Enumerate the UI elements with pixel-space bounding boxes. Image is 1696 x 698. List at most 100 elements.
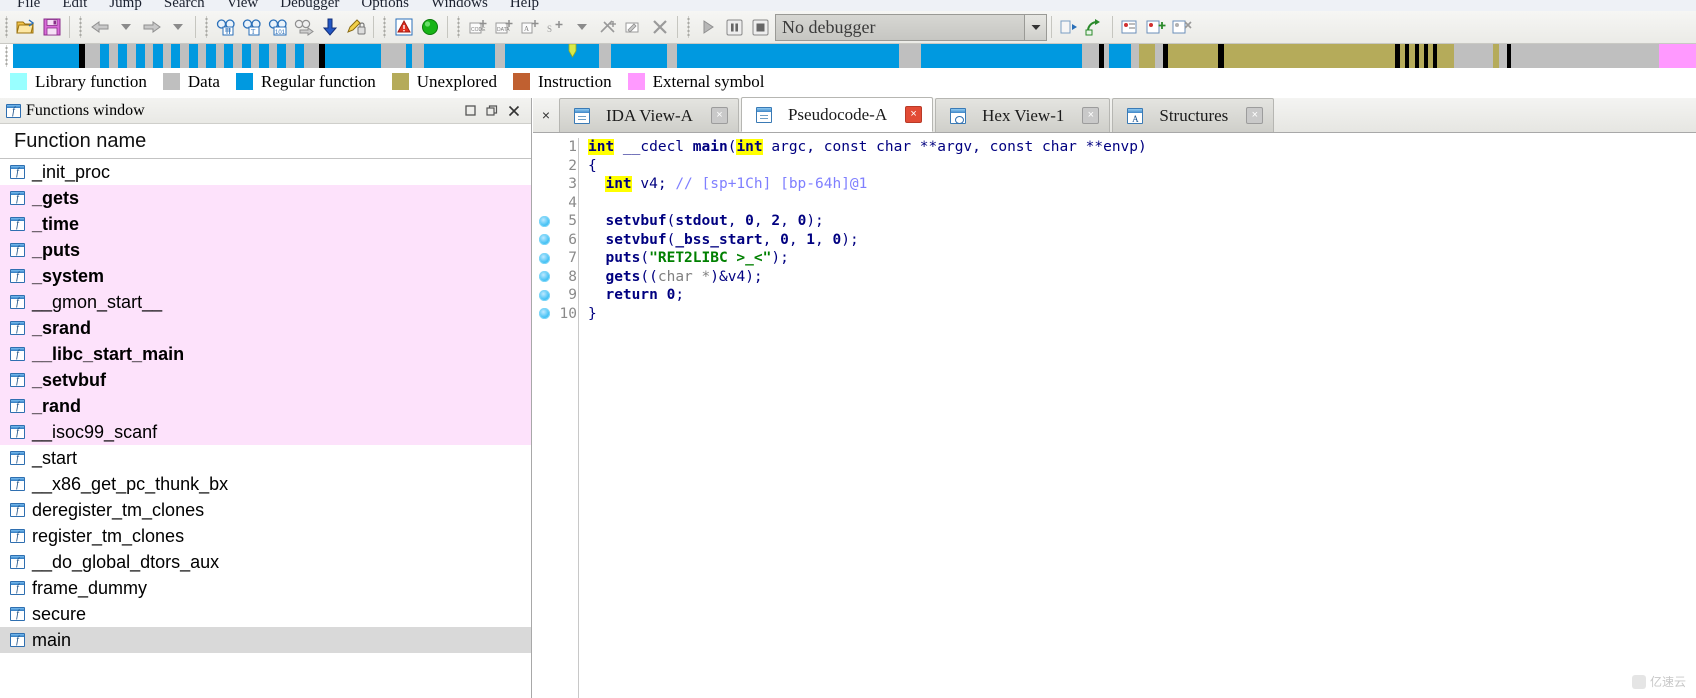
navband-segment[interactable] — [1139, 44, 1155, 68]
navband-segment[interactable] — [215, 44, 225, 68]
make-code-icon[interactable]: CODE — [465, 15, 491, 40]
navband-segment[interactable] — [898, 44, 921, 68]
breakpoint-slot[interactable] — [533, 194, 555, 213]
navband-segment[interactable] — [206, 44, 216, 68]
function-name-column-header[interactable]: Function name — [0, 124, 531, 159]
breakpoint-slot[interactable] — [533, 138, 555, 157]
code-token[interactable]: char * — [658, 269, 710, 285]
navband-segment[interactable] — [920, 44, 1083, 68]
tab-pseudocode-a[interactable]: Pseudocode-A × — [740, 97, 934, 132]
navband-segment[interactable] — [1167, 44, 1219, 68]
make-struct-icon[interactable]: S — [543, 15, 569, 40]
function-list-item[interactable]: f secure — [0, 601, 531, 627]
tab-close-icon[interactable]: × — [710, 107, 728, 124]
navband-segments[interactable] — [13, 44, 1696, 68]
navband-segment[interactable] — [380, 44, 406, 68]
breakpoint-slot[interactable] — [533, 175, 555, 194]
navband-segment[interactable] — [108, 44, 119, 68]
toolbar-grip-2[interactable] — [77, 16, 84, 38]
breakpoint-slot[interactable] — [533, 212, 555, 231]
code-token[interactable]: // [sp+1Ch] [bp-64h]@1 — [675, 176, 867, 192]
breakpoint-slot[interactable] — [533, 305, 555, 324]
code-token[interactable]: ( — [667, 213, 676, 229]
tab-close-icon[interactable]: × — [1246, 107, 1264, 124]
step-over-icon[interactable] — [1082, 15, 1108, 40]
chevron-down-icon[interactable] — [1024, 14, 1046, 40]
code-token[interactable]: int — [736, 139, 763, 155]
navband-segment[interactable] — [241, 44, 251, 68]
jump-address-icon[interactable] — [317, 15, 343, 40]
navband-segment[interactable] — [171, 44, 181, 68]
navband-segment[interactable] — [250, 44, 260, 68]
tab-hex-view-1[interactable]: Hex View-1 × — [935, 98, 1111, 132]
pseudocode-text[interactable]: int __cdecl main (int argc, const char **… — [579, 138, 1696, 698]
clear-breakpoints-icon[interactable] — [1169, 15, 1195, 40]
make-data-icon[interactable]: DATA — [491, 15, 517, 40]
close-icon[interactable] — [503, 102, 525, 120]
jump-xref-icon[interactable] — [291, 15, 317, 40]
navband-segment[interactable] — [1130, 44, 1140, 68]
menu-item-search[interactable]: Search — [153, 0, 216, 12]
breakpoint-slot[interactable] — [533, 157, 555, 176]
search-sequence-icon[interactable]: 101 — [265, 15, 291, 40]
breakpoint-slot[interactable] — [533, 231, 555, 250]
debugger-select[interactable]: No debugger — [775, 13, 1047, 41]
code-line[interactable]: return 0; — [588, 286, 1696, 305]
function-list-item[interactable]: f deregister_tm_clones — [0, 497, 531, 523]
code-line[interactable]: setvbuf(stdout, 0, 2, 0); — [588, 212, 1696, 231]
navband-segment[interactable] — [303, 44, 320, 68]
warnings-icon[interactable] — [391, 15, 417, 40]
pseudocode-view[interactable]: 1 2 3 4 5 6 7 8 9 10 int __cdecl main(int argc, c… — [533, 133, 1696, 698]
code-token[interactable]: )& — [710, 269, 727, 285]
code-token[interactable]: puts — [605, 250, 640, 266]
nav-forward-dropdown-icon[interactable] — [165, 15, 191, 40]
code-token[interactable]: ( — [640, 250, 649, 266]
breakpoint-slot[interactable] — [533, 249, 555, 268]
navband-segment[interactable] — [610, 44, 667, 68]
function-list-item[interactable]: f _system — [0, 263, 531, 289]
code-token[interactable]: v4 — [728, 269, 745, 285]
menu-item-windows[interactable]: Windows — [420, 0, 499, 12]
code-token[interactable]: __cdecl — [614, 139, 693, 155]
function-list-item[interactable]: f __libc_start_main — [0, 341, 531, 367]
navband-segment[interactable] — [162, 44, 172, 68]
navband-segment[interactable] — [224, 44, 234, 68]
code-token[interactable]: _bss_start — [675, 232, 762, 248]
analysis-indicator-icon[interactable] — [417, 15, 443, 40]
tab-close-icon[interactable]: × — [905, 106, 923, 123]
navband-segment[interactable] — [324, 44, 381, 68]
code-token[interactable]: 0 — [745, 213, 754, 229]
function-list-item[interactable]: f __do_global_dtors_aux — [0, 549, 531, 575]
code-token[interactable]: 0 — [780, 232, 789, 248]
breakpoints-icon[interactable] — [1117, 15, 1143, 40]
code-token[interactable]: setvbuf — [605, 213, 666, 229]
navband-segment[interactable] — [99, 44, 109, 68]
navband-grip[interactable] — [3, 45, 10, 67]
code-token[interactable]: const char **argv, const char **envp — [824, 139, 1138, 155]
navband-segment[interactable] — [424, 44, 495, 68]
navband-segment[interactable] — [277, 44, 287, 68]
restore-icon[interactable] — [481, 102, 503, 120]
navband-segment[interactable] — [666, 44, 677, 68]
menu-item-view[interactable]: View — [216, 0, 270, 12]
code-token[interactable]: int — [605, 176, 632, 192]
code-token[interactable] — [588, 287, 605, 303]
function-list-item[interactable]: f __gmon_start__ — [0, 289, 531, 315]
code-line[interactable]: { — [588, 157, 1696, 176]
code-token[interactable]: argc, — [763, 139, 824, 155]
navband-segment[interactable] — [1659, 44, 1696, 68]
code-token[interactable]: return — [605, 287, 657, 303]
code-token[interactable]: ) — [1138, 139, 1147, 155]
function-list-item[interactable]: f _srand — [0, 315, 531, 341]
nav-forward-icon[interactable] — [139, 15, 165, 40]
code-token[interactable] — [588, 250, 605, 266]
menu-item-options[interactable]: Options — [350, 0, 420, 12]
code-line[interactable]: setvbuf(_bss_start, 0, 1, 0); — [588, 231, 1696, 250]
code-token[interactable]: 2 — [771, 213, 780, 229]
code-token[interactable]: , — [815, 232, 832, 248]
breakpoint-slot[interactable] — [533, 286, 555, 305]
delete-icon[interactable] — [647, 15, 673, 40]
maximize-icon[interactable] — [459, 102, 481, 120]
code-token[interactable]: stdout — [675, 213, 727, 229]
code-token[interactable]: 0 — [833, 232, 842, 248]
